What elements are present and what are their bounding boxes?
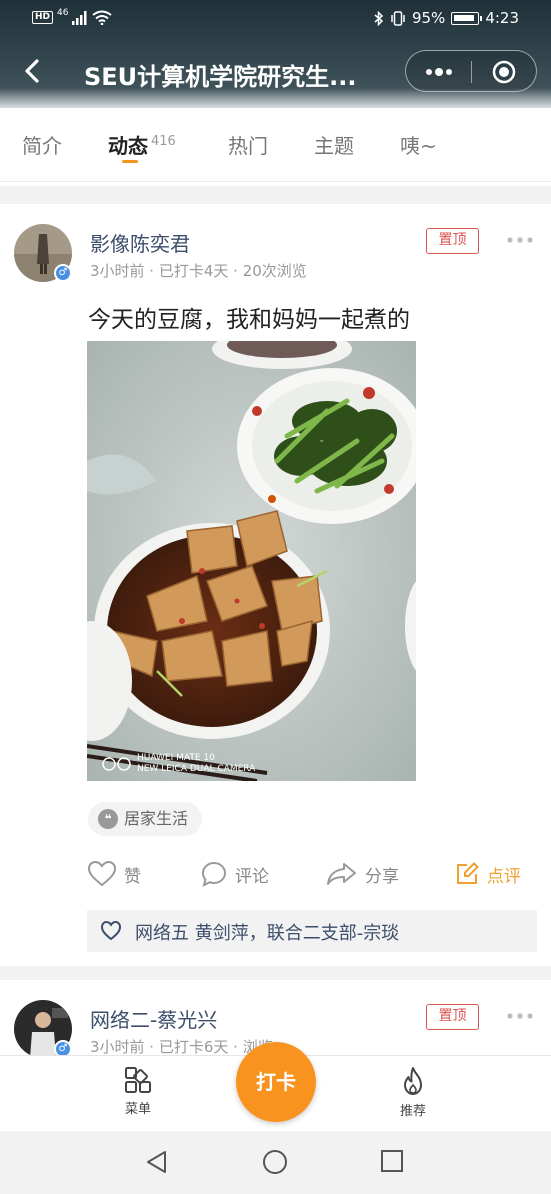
post-actions: 赞 评论 分享 点评 <box>0 858 551 890</box>
battery-icon <box>451 11 483 25</box>
recommend-tab[interactable]: 推荐 <box>383 1066 443 1119</box>
heart-icon <box>101 921 121 941</box>
tag-label: 居家生活 <box>124 809 189 828</box>
bluetooth-icon <box>374 10 384 26</box>
system-nav-bar <box>0 1131 551 1194</box>
battery-percent: 95% <box>411 9 446 27</box>
likes-bar[interactable]: 网络五 黄剑萍，联合二支部-宗琰 <box>87 910 537 952</box>
review-label: 点评 <box>487 866 521 887</box>
vibrate-icon <box>391 10 405 26</box>
signal-icon <box>72 10 87 25</box>
page-title: SEU计算机学院研究生... <box>84 63 357 91</box>
author-name[interactable]: 影像陈奕君 <box>90 228 190 257</box>
post-meta: 3小时前 · 已打卡4天 · 20次浏览 <box>90 262 307 280</box>
male-gender-icon: ♂ <box>54 264 72 282</box>
section-gap <box>0 186 551 204</box>
wifi-icon <box>92 10 113 25</box>
tab-topics[interactable]: 主题 <box>314 130 354 159</box>
share-label: 分享 <box>365 866 399 887</box>
miniprogram-capsule <box>405 50 537 92</box>
quote-icon: ❝ <box>98 809 118 829</box>
tab-misc[interactable]: 咦~ <box>400 130 437 159</box>
comment-label: 评论 <box>235 866 269 887</box>
more-options-icon[interactable] <box>424 63 454 81</box>
menu-label: 菜单 <box>124 1102 151 1117</box>
section-gap <box>0 966 551 980</box>
recommend-label: 推荐 <box>399 1104 426 1119</box>
active-tab-indicator <box>122 160 138 163</box>
likers-list: 网络五 黄剑萍，联合二支部-宗琰 <box>135 923 400 944</box>
pinned-badge: 置顶 <box>426 1004 479 1030</box>
topic-tag[interactable]: ❝ 居家生活 <box>88 802 203 836</box>
more-icon[interactable] <box>506 1011 534 1021</box>
edit-icon <box>457 862 479 884</box>
post-text: 今天的豆腐，我和妈妈一起煮的 <box>88 307 410 333</box>
capsule-divider <box>471 61 472 83</box>
menu-tab[interactable]: 菜单 <box>108 1066 168 1117</box>
like-button[interactable]: 赞 <box>88 858 141 890</box>
home-circle-icon[interactable] <box>262 1149 288 1175</box>
like-label: 赞 <box>124 866 141 887</box>
back-icon[interactable] <box>18 56 48 86</box>
header: HD 46 95% 4:23 SEU计算机学院研究生... <box>0 0 551 108</box>
heart-icon <box>88 861 116 887</box>
pinned-badge: 置顶 <box>426 228 479 254</box>
more-icon[interactable] <box>506 235 534 245</box>
nav-bar: SEU计算机学院研究生... <box>0 48 551 98</box>
share-button[interactable]: 分享 <box>327 858 399 890</box>
feed-count: 416 <box>151 134 176 149</box>
tab-bar: 简介 动态 416 热门 主题 咦~ <box>0 108 551 182</box>
tab-feed[interactable]: 动态 416 <box>108 130 176 159</box>
recents-square-icon[interactable] <box>380 1149 404 1173</box>
tab-intro[interactable]: 简介 <box>22 130 62 159</box>
hd-badge: HD <box>32 11 54 24</box>
post-photo[interactable]: HUAWEI MATE 10 NEW LEICA DUAL CAMERA <box>87 341 416 781</box>
flame-icon <box>404 1067 422 1095</box>
clock: 4:23 <box>485 9 519 27</box>
checkin-button[interactable]: 打卡 <box>236 1042 316 1122</box>
close-miniprogram-icon[interactable] <box>492 60 516 84</box>
network-type: 46 <box>57 7 69 18</box>
status-bar: HD 46 95% 4:23 <box>0 0 551 38</box>
comment-icon <box>201 861 227 887</box>
review-button[interactable]: 点评 <box>455 858 521 890</box>
tab-hot[interactable]: 热门 <box>228 130 268 159</box>
menu-grid-icon <box>125 1067 151 1093</box>
share-icon <box>327 863 356 885</box>
author-name[interactable]: 网络二-蔡光兴 <box>90 1004 217 1033</box>
comment-button[interactable]: 评论 <box>201 858 269 890</box>
post-meta: 3小时前 · 已打卡6天 · 浏览 <box>90 1038 273 1056</box>
back-triangle-icon[interactable] <box>144 1149 170 1175</box>
camera-watermark: HUAWEI MATE 10 NEW LEICA DUAL CAMERA <box>137 753 256 774</box>
